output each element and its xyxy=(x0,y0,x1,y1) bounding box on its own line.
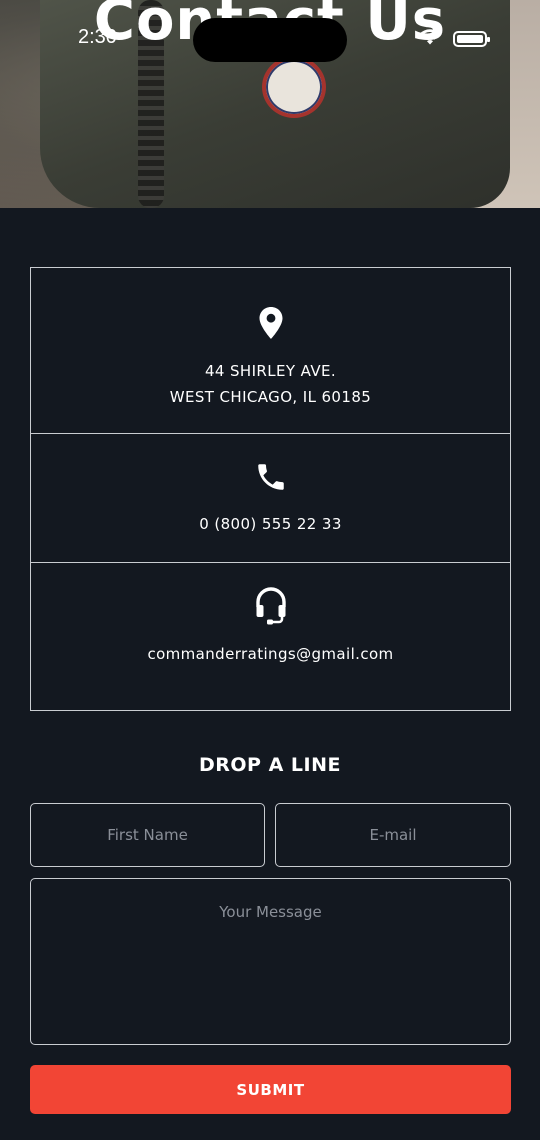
wifi-icon xyxy=(419,29,441,45)
status-bar: 2:30 xyxy=(0,0,540,80)
headset-icon xyxy=(255,587,286,625)
battery-icon xyxy=(453,31,490,47)
address-cell: 44 SHIRLEY AVE. WEST CHICAGO, IL 60185 xyxy=(31,268,510,433)
contact-info-box: 44 SHIRLEY AVE. WEST CHICAGO, IL 60185 0… xyxy=(30,267,511,711)
address-line-2: WEST CHICAGO, IL 60185 xyxy=(169,388,372,406)
form-title: DROP A LINE xyxy=(199,754,341,776)
first-name-input[interactable] xyxy=(30,803,265,867)
address-line-1: 44 SHIRLEY AVE. xyxy=(204,362,337,380)
submit-button[interactable]: SUBMIT xyxy=(30,1065,511,1114)
location-pin-icon xyxy=(259,307,282,339)
email-cell: commanderratings@gmail.com xyxy=(31,562,510,711)
email-address[interactable]: commanderratings@gmail.com xyxy=(31,641,510,667)
phone-cell: 0 (800) 555 22 33 xyxy=(31,433,510,563)
email-input[interactable] xyxy=(275,803,511,867)
phone-icon xyxy=(257,464,284,490)
status-time: 2:30 xyxy=(78,26,117,48)
phone-number: 0 (800) 555 22 33 xyxy=(199,515,342,533)
dynamic-island xyxy=(193,18,347,62)
message-textarea[interactable] xyxy=(30,878,511,1045)
